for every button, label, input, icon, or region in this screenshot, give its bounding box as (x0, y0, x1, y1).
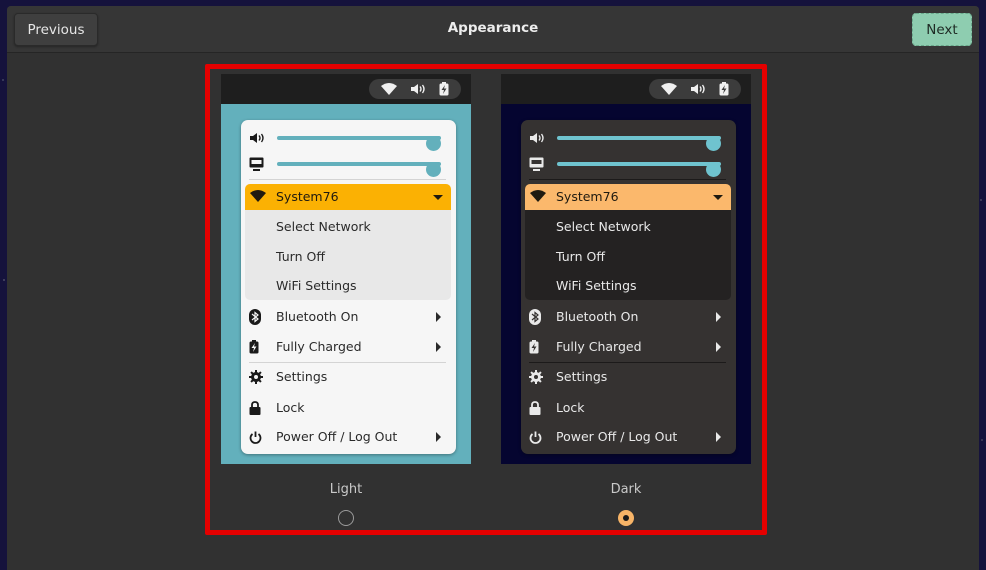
light-theme-label: Light (329, 482, 363, 497)
menu-item-settings[interactable]: Settings (249, 366, 449, 388)
bluetooth-icon (529, 309, 551, 325)
power-icon (529, 431, 551, 444)
slider-knob[interactable] (706, 136, 721, 151)
display-brightness-slider[interactable] (249, 156, 449, 177)
menu-item-lock[interactable]: Lock (249, 397, 449, 419)
display-brightness-icon (529, 156, 547, 172)
wifi-icon (530, 190, 546, 205)
top-panel (221, 74, 471, 104)
chevron-right-icon (436, 342, 441, 352)
system-menu: System76 Select Network Turn Off WiFi Sett… (521, 120, 736, 454)
chevron-right-icon (716, 312, 721, 322)
wifi-submenu-item[interactable]: Turn Off (276, 249, 325, 264)
wifi-section: System76 Select Network Turn Off WiFi Sett… (525, 184, 731, 300)
menu-item-fully-charged[interactable]: Fully Charged (249, 336, 449, 358)
system-tray (369, 79, 461, 99)
volume-icon (529, 130, 547, 146)
menu-item-label: Power Off / Log Out (276, 429, 398, 444)
system-tray (649, 79, 741, 99)
network-name: System76 (276, 189, 339, 204)
wifi-section: System76 Select Network Turn Off WiFi Sett… (245, 184, 451, 300)
menu-item-label: Fully Charged (556, 339, 642, 354)
menu-item-lock[interactable]: Lock (529, 397, 729, 419)
separator (529, 362, 726, 363)
menu-item-label: Lock (556, 400, 585, 415)
volume-slider[interactable] (529, 130, 729, 151)
wifi-submenu-item[interactable]: Select Network (556, 219, 651, 234)
next-button[interactable]: Next (912, 13, 972, 46)
wifi-network-header[interactable]: System76 (245, 184, 451, 210)
menu-item-bluetooth-on[interactable]: Bluetooth On (249, 306, 449, 328)
wifi-icon (381, 83, 398, 95)
battery-charging-icon (529, 340, 551, 354)
light-theme-radio[interactable] (338, 510, 354, 526)
dark-theme-preview[interactable]: System76 Select Network Turn Off WiFi Sett… (501, 74, 751, 464)
slider-knob[interactable] (706, 162, 721, 177)
gear-icon (249, 370, 271, 384)
menu-item-label: Bluetooth On (556, 309, 639, 324)
page-title: Appearance (447, 20, 539, 36)
wifi-icon (250, 190, 266, 205)
chevron-down-icon (713, 195, 723, 200)
menu-item-label: Settings (556, 369, 608, 384)
wifi-submenu-item[interactable]: Turn Off (556, 249, 605, 264)
wifi-icon (661, 83, 678, 95)
dark-theme-label: Dark (610, 482, 642, 497)
volume-icon (410, 83, 426, 95)
top-panel (501, 74, 751, 104)
menu-item-power-off-log-out[interactable]: Power Off / Log Out (249, 426, 449, 448)
power-icon (249, 431, 271, 444)
volume-icon (249, 130, 267, 146)
menu-item-label: Lock (276, 400, 305, 415)
separator (529, 179, 726, 180)
system-menu: System76 Select Network Turn Off WiFi Sett… (241, 120, 456, 454)
light-theme-preview[interactable]: System76 Select Network Turn Off WiFi Sett… (221, 74, 471, 464)
battery-charging-icon (439, 82, 449, 96)
menu-item-settings[interactable]: Settings (529, 366, 729, 388)
battery-charging-icon (719, 82, 729, 96)
gear-icon (529, 370, 551, 384)
battery-charging-icon (249, 340, 271, 354)
slider-knob[interactable] (426, 136, 441, 151)
bluetooth-icon (249, 309, 271, 325)
menu-item-bluetooth-on[interactable]: Bluetooth On (529, 306, 729, 328)
slider-track[interactable] (557, 162, 721, 177)
wifi-submenu-item[interactable]: WiFi Settings (276, 278, 357, 293)
display-brightness-icon (249, 156, 267, 172)
separator (249, 362, 446, 363)
menu-item-fully-charged[interactable]: Fully Charged (529, 336, 729, 358)
menu-item-label: Bluetooth On (276, 309, 359, 324)
display-brightness-slider[interactable] (529, 156, 729, 177)
slider-knob[interactable] (426, 162, 441, 177)
menu-item-power-off-log-out[interactable]: Power Off / Log Out (529, 426, 729, 448)
dark-theme-radio[interactable] (618, 510, 634, 526)
header-bar: Previous Appearance Next (7, 6, 979, 53)
slider-track[interactable] (277, 136, 441, 151)
chevron-right-icon (716, 432, 721, 442)
slider-track[interactable] (277, 162, 441, 177)
lock-icon (249, 401, 271, 415)
slider-track[interactable] (557, 136, 721, 151)
chevron-right-icon (716, 342, 721, 352)
chevron-right-icon (436, 432, 441, 442)
volume-icon (690, 83, 706, 95)
menu-item-label: Settings (276, 369, 328, 384)
lock-icon (529, 401, 551, 415)
wifi-submenu-item[interactable]: WiFi Settings (556, 278, 637, 293)
chevron-right-icon (436, 312, 441, 322)
menu-item-label: Power Off / Log Out (556, 429, 678, 444)
wifi-submenu-item[interactable]: Select Network (276, 219, 371, 234)
chevron-down-icon (433, 195, 443, 200)
wifi-network-header[interactable]: System76 (525, 184, 731, 210)
volume-slider[interactable] (249, 130, 449, 151)
separator (249, 179, 446, 180)
menu-item-label: Fully Charged (276, 339, 362, 354)
network-name: System76 (556, 189, 619, 204)
